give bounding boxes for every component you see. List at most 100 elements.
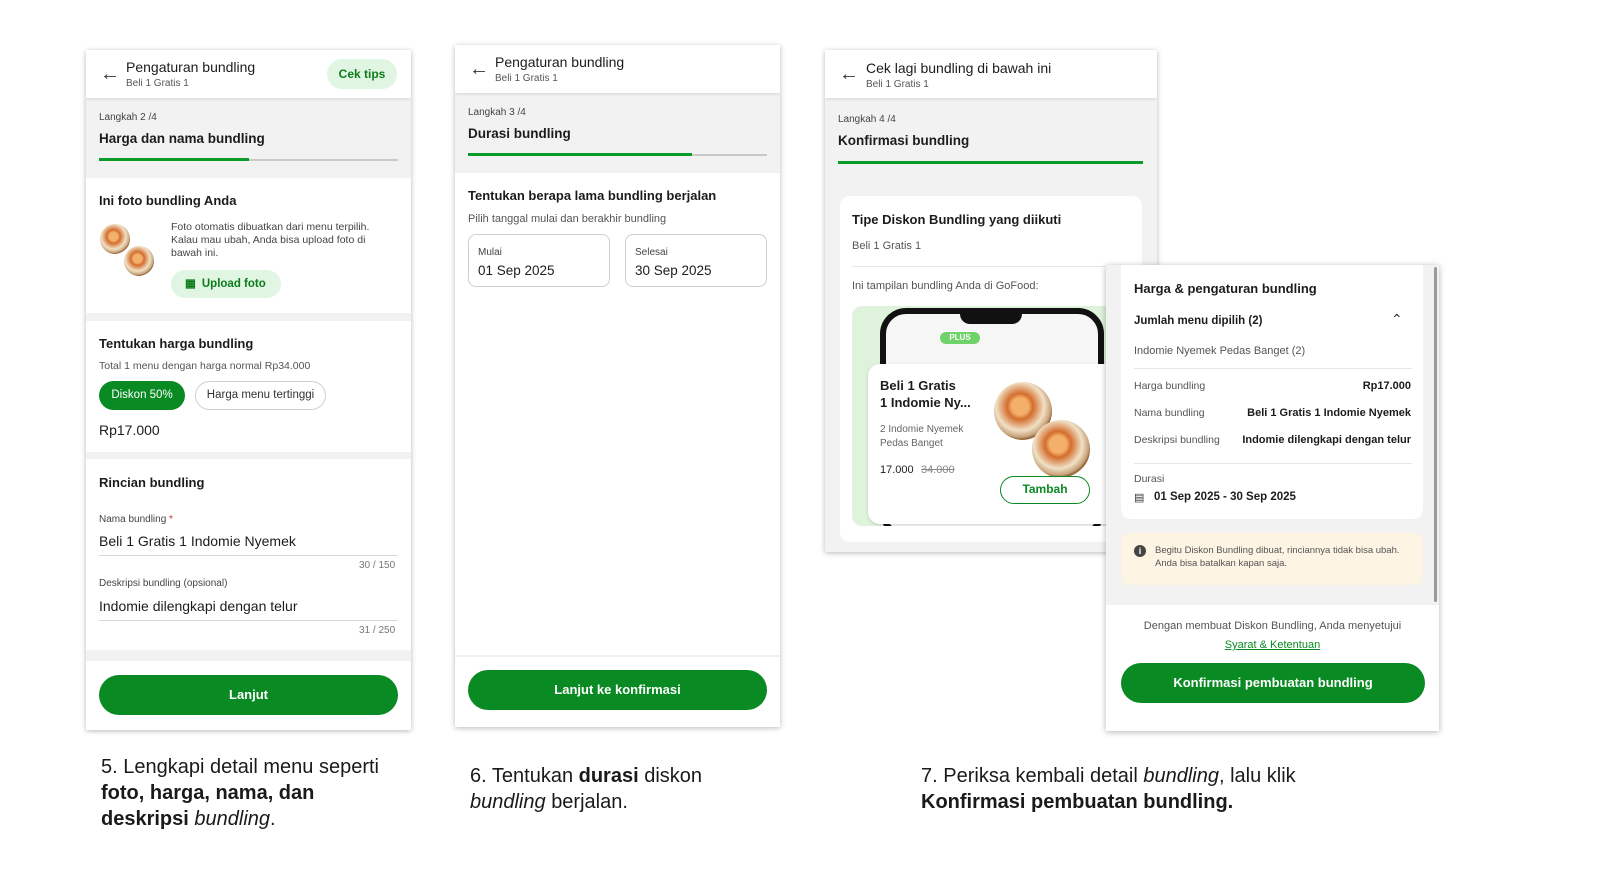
caption-text: . bbox=[270, 808, 276, 830]
caption-text: Tentukan bbox=[491, 765, 574, 787]
upload-photo-button[interactable]: ▦ Upload foto bbox=[171, 270, 281, 298]
bottom-bar: Lanjut ke konfirmasi bbox=[455, 657, 780, 727]
gofood-preview-label: Ini tampilan bundling Anda di GoFood: bbox=[852, 280, 1039, 292]
caption-italic-text: bundling bbox=[194, 808, 271, 830]
back-arrow-icon[interactable]: ← bbox=[469, 59, 489, 79]
photo-description: Foto otomatis dibuatkan dari menu terpil… bbox=[171, 221, 370, 259]
price-settings-title: Harga & pengaturan bundling bbox=[1134, 281, 1317, 296]
caption-bold-text: durasi bbox=[578, 765, 639, 787]
step-label: Langkah 4 /4 bbox=[838, 114, 896, 125]
phone-notch bbox=[960, 308, 1022, 324]
header-title: Cek lagi bundling di bawah ini bbox=[866, 60, 1052, 76]
step-title: Harga dan nama bundling bbox=[99, 131, 265, 146]
description-field[interactable]: Indomie dilengkapi dengan telur bbox=[99, 598, 297, 614]
confirmation-panel: Harga & pengaturan bundling Jumlah menu … bbox=[1106, 265, 1439, 731]
start-date-value: 01 Sep 2025 bbox=[478, 263, 555, 278]
check-tips-button[interactable]: Cek tips bbox=[327, 59, 397, 89]
step-title: Durasi bundling bbox=[468, 126, 571, 141]
start-date-label: Mulai bbox=[478, 247, 502, 258]
agreement-text: Dengan membuat Diskon Bundling, Anda men… bbox=[1143, 620, 1402, 632]
screen-step-2: ← Pengaturan bundling Beli 1 Gratis 1 Ce… bbox=[86, 50, 411, 730]
step-title: Konfirmasi bundling bbox=[838, 133, 970, 148]
duration-label: Durasi bbox=[1134, 473, 1165, 485]
caption-bold-text: deskripsi bbox=[101, 808, 189, 830]
detail-row-value: Indomie dilengkapi dengan telur bbox=[1242, 434, 1411, 446]
menu-item: Indomie Nyemek Pedas Banget (2) bbox=[1134, 345, 1306, 357]
caption-step-6: 6. Tentukan durasi diskon bundling berja… bbox=[470, 763, 770, 815]
step-progress-fill bbox=[838, 161, 1143, 164]
screen-step-3: ← Pengaturan bundling Beli 1 Gratis 1 La… bbox=[455, 45, 780, 727]
back-arrow-icon[interactable]: ← bbox=[100, 64, 120, 84]
divider bbox=[852, 266, 1130, 267]
food-photo-icon bbox=[124, 246, 154, 276]
screen-header: ← Pengaturan bundling Beli 1 Gratis 1 Ce… bbox=[86, 50, 411, 98]
caption-step-5: 5. Lengkapi detail menu seperti foto, ha… bbox=[101, 754, 421, 832]
name-field[interactable]: Beli 1 Gratis 1 Indomie Nyemek bbox=[99, 533, 296, 549]
terms-link[interactable]: Syarat & Ketentuan bbox=[1225, 639, 1320, 651]
caption-italic-text: bundling bbox=[470, 791, 546, 813]
caption-text: Lengkapi detail menu seperti bbox=[123, 756, 379, 778]
bundling-price: Rp17.000 bbox=[99, 422, 160, 438]
caption-number: 5. bbox=[101, 756, 118, 778]
menu-count-label: Jumlah menu dipilih (2) bbox=[1134, 315, 1263, 327]
end-date-value: 30 Sep 2025 bbox=[635, 263, 712, 278]
confirm-bundling-button[interactable]: Konfirmasi pembuatan bundling bbox=[1121, 663, 1425, 703]
end-date-field[interactable]: Selesai 30 Sep 2025 bbox=[625, 234, 767, 287]
divider bbox=[1134, 368, 1412, 369]
bundling-type-value: Beli 1 Gratis 1 bbox=[852, 240, 922, 252]
continue-to-confirmation-button[interactable]: Lanjut ke konfirmasi bbox=[468, 670, 767, 710]
highest-price-chip[interactable]: Harga menu tertinggi bbox=[195, 381, 326, 410]
chevron-up-icon[interactable]: ⌃ bbox=[1391, 311, 1403, 328]
preview-desc-line1: 2 Indomie Nyemek bbox=[880, 424, 964, 435]
add-button[interactable]: Tambah bbox=[1000, 476, 1090, 504]
price-section-title: Tentukan harga bundling bbox=[99, 336, 254, 351]
caption-text: Periksa kembali detail bbox=[943, 765, 1138, 787]
details-section: Rincian bundling Nama bundling * Beli 1 … bbox=[86, 459, 411, 650]
start-date-field[interactable]: Mulai 01 Sep 2025 bbox=[468, 234, 610, 287]
duration-section: Tentukan berapa lama bundling berjalan P… bbox=[455, 173, 780, 655]
header-subtitle: Beli 1 Gratis 1 bbox=[126, 78, 189, 89]
caption-italic-text: bundling bbox=[1143, 765, 1219, 787]
preview-title-line2: 1 Indomie Ny... bbox=[880, 395, 971, 410]
duration-value: 01 Sep 2025 - 30 Sep 2025 bbox=[1154, 491, 1296, 503]
price-settings-card: Harga & pengaturan bundling Jumlah menu … bbox=[1121, 265, 1423, 519]
bundling-type-card: Tipe Diskon Bundling yang diikuti Beli 1… bbox=[840, 196, 1142, 542]
price-section-subtitle: Total 1 menu dengan harga normal Rp34.00… bbox=[99, 360, 311, 372]
step-label: Langkah 3 /4 bbox=[468, 107, 526, 118]
caption-number: 6. bbox=[470, 765, 487, 787]
caption-text: berjalan. bbox=[551, 791, 628, 813]
terms-link-row: Syarat & Ketentuan bbox=[1106, 635, 1439, 653]
bottom-bar: Dengan membuat Diskon Bundling, Anda men… bbox=[1106, 605, 1439, 731]
header-subtitle: Beli 1 Gratis 1 bbox=[866, 79, 929, 90]
details-section-title: Rincian bundling bbox=[99, 475, 205, 490]
scrollbar[interactable] bbox=[1434, 267, 1437, 602]
caption-number: 7. bbox=[921, 765, 938, 787]
header-title: Pengaturan bundling bbox=[495, 54, 625, 70]
screen-header: ← Cek lagi bundling di bawah ini Beli 1 … bbox=[825, 50, 1157, 98]
description-char-counter: 31 / 250 bbox=[359, 625, 396, 636]
preview-menu-card: Beli 1 Gratis 1 Indomie Ny... 2 Indomie … bbox=[868, 364, 1118, 524]
notice-box: i Begitu Diskon Bundling dibuat, rincian… bbox=[1121, 533, 1423, 585]
detail-row-value: Rp17.000 bbox=[1362, 380, 1411, 392]
info-icon: i bbox=[1134, 545, 1146, 557]
calendar-icon: ▤ bbox=[1134, 492, 1145, 504]
discount-50-chip[interactable]: Diskon 50% bbox=[99, 381, 185, 410]
price-section: Tentukan harga bundling Total 1 menu den… bbox=[86, 321, 411, 452]
detail-row-label: Nama bundling bbox=[1134, 407, 1205, 419]
caption-bold-text: foto, harga, nama, dan bbox=[101, 782, 315, 804]
preview-desc-line2: Pedas Banget bbox=[880, 438, 943, 449]
name-char-counter: 30 / 150 bbox=[359, 560, 396, 571]
name-field-underline bbox=[99, 555, 398, 556]
notice-text: Begitu Diskon Bundling dibuat, rincianny… bbox=[1155, 545, 1400, 569]
name-field-label: Nama bundling * bbox=[99, 514, 173, 525]
duration-section-subtitle: Pilih tanggal mulai dan berakhir bundlin… bbox=[468, 213, 667, 225]
step-progress-bar bbox=[99, 158, 398, 161]
gofood-preview-area: PLUS Beli 1 Gratis 1 Indomie Ny... 2 Ind… bbox=[852, 306, 1132, 526]
bottom-bar: Lanjut bbox=[86, 661, 411, 730]
step-progress-fill bbox=[468, 153, 693, 156]
back-arrow-icon[interactable]: ← bbox=[839, 64, 859, 84]
screen-header: ← Pengaturan bundling Beli 1 Gratis 1 bbox=[455, 45, 780, 93]
upload-photo-label: Upload foto bbox=[201, 278, 266, 290]
detail-row-value: Beli 1 Gratis 1 Indomie Nyemek bbox=[1247, 407, 1411, 419]
next-button[interactable]: Lanjut bbox=[99, 675, 398, 715]
